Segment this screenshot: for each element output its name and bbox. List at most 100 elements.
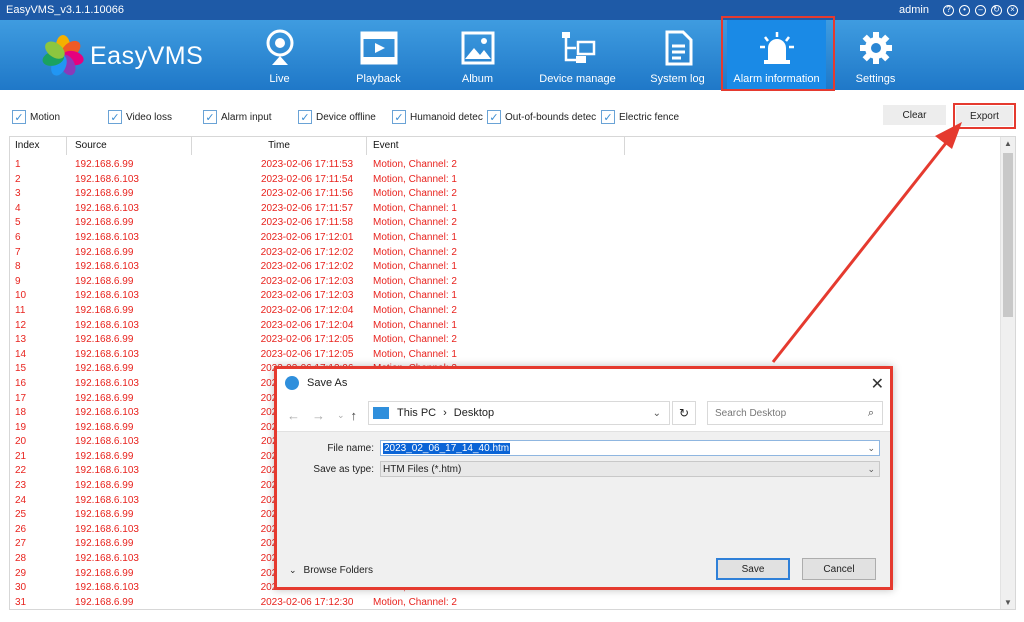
cell-index: 29 bbox=[15, 567, 27, 579]
checkbox-checked-icon: ✓ bbox=[487, 110, 501, 124]
forward-arrow-icon[interactable]: → bbox=[312, 408, 325, 423]
cell-source: 192.168.6.99 bbox=[75, 363, 134, 375]
filter-motion[interactable]: ✓ Motion bbox=[12, 110, 108, 124]
save-type-select[interactable]: HTM Files (*.htm) ⌄ bbox=[380, 461, 880, 477]
table-row[interactable]: 14 192.168.6.103 2023-02-06 17:12:05 Motion… bbox=[10, 348, 1000, 363]
nav-album[interactable]: Album bbox=[428, 20, 527, 90]
up-arrow-icon[interactable]: ↑ bbox=[351, 408, 358, 423]
filter-out-of-bounds[interactable]: ✓ Out-of-bounds detec bbox=[487, 110, 601, 124]
cell-index: 5 bbox=[15, 217, 21, 229]
table-row[interactable]: 2 192.168.6.103 2023-02-06 17:11:54 Motion,… bbox=[10, 173, 1000, 188]
cell-time: 2023-02-06 17:12:02 bbox=[260, 261, 354, 273]
clear-button[interactable]: Clear bbox=[883, 105, 946, 125]
filter-video-loss[interactable]: ✓ Video loss bbox=[108, 110, 203, 124]
cell-index: 8 bbox=[15, 261, 21, 273]
breadcrumb-this-pc[interactable]: This PC bbox=[397, 407, 436, 419]
table-row[interactable]: 5 192.168.6.99 2023-02-06 17:11:58 Motion, … bbox=[10, 216, 1000, 231]
cell-index: 2 bbox=[15, 173, 21, 185]
restore-icon[interactable]: ↻ bbox=[991, 4, 1002, 16]
table-row[interactable]: 13 192.168.6.99 2023-02-06 17:12:05 Motion,… bbox=[10, 333, 1000, 348]
chevron-down-icon[interactable]: ⌄ bbox=[653, 408, 661, 419]
cell-event: Motion, Channel: 1 bbox=[373, 261, 457, 273]
save-button[interactable]: Save bbox=[716, 558, 790, 580]
nav-device-manage[interactable]: Device manage bbox=[527, 20, 628, 90]
help-icon[interactable]: ? bbox=[943, 4, 954, 16]
filter-device-offline[interactable]: ✓ Device offline bbox=[298, 110, 392, 124]
table-row[interactable]: 10 192.168.6.103 2023-02-06 17:12:03 Motion… bbox=[10, 289, 1000, 304]
cell-source: 192.168.6.99 bbox=[75, 275, 134, 287]
cell-index: 28 bbox=[15, 553, 27, 565]
table-row[interactable]: 4 192.168.6.103 2023-02-06 17:11:57 Motion,… bbox=[10, 202, 1000, 217]
table-row[interactable]: 3 192.168.6.99 2023-02-06 17:11:56 Motion, … bbox=[10, 187, 1000, 202]
cell-index: 17 bbox=[15, 392, 27, 404]
nav-label: Playback bbox=[356, 73, 401, 85]
chevron-down-icon[interactable]: ⌄ bbox=[337, 410, 345, 421]
filter-electric-fence[interactable]: ✓ Electric fence bbox=[601, 110, 691, 124]
table-row[interactable]: 7 192.168.6.99 2023-02-06 17:12:02 Motion, … bbox=[10, 246, 1000, 261]
cell-index: 26 bbox=[15, 523, 27, 535]
cell-time: 2023-02-06 17:12:02 bbox=[260, 246, 354, 258]
filter-alarm-input[interactable]: ✓ Alarm input bbox=[203, 110, 298, 124]
scroll-thumb[interactable] bbox=[1003, 153, 1013, 317]
window-title: EasyVMS_v3.1.1.10066 bbox=[6, 4, 125, 16]
header-time[interactable]: Time bbox=[192, 137, 367, 155]
scroll-up-icon[interactable]: ▲ bbox=[1004, 139, 1012, 148]
cell-source: 192.168.6.103 bbox=[75, 465, 139, 477]
search-icon: ⌕ bbox=[867, 406, 874, 419]
nav-playback[interactable]: Playback bbox=[329, 20, 428, 90]
close-icon[interactable]: × bbox=[1007, 4, 1018, 16]
table-row[interactable]: 11 192.168.6.99 2023-02-06 17:12:04 Motion,… bbox=[10, 304, 1000, 319]
filter-label: Alarm input bbox=[221, 111, 272, 123]
table-row[interactable]: 8 192.168.6.103 2023-02-06 17:12:02 Motion,… bbox=[10, 260, 1000, 275]
refresh-button[interactable]: ↻ bbox=[672, 401, 696, 425]
table-row[interactable]: 31 192.168.6.99 2023-02-06 17:12:30 Motion,… bbox=[10, 596, 1000, 609]
table-row[interactable]: 6 192.168.6.103 2023-02-06 17:12:01 Motion,… bbox=[10, 231, 1000, 246]
header-index[interactable]: Index bbox=[10, 137, 67, 155]
cell-event: Motion, Channel: 2 bbox=[373, 275, 457, 287]
back-arrow-icon[interactable]: ← bbox=[287, 408, 300, 423]
search-input[interactable]: Search Desktop ⌕ bbox=[707, 401, 883, 425]
header-source[interactable]: Source bbox=[67, 137, 192, 155]
search-placeholder: Search Desktop bbox=[715, 407, 787, 419]
nav-settings[interactable]: Settings bbox=[826, 20, 925, 90]
title-bar: EasyVMS_v3.1.1.10066 admin ? • – ↻ × bbox=[0, 0, 1024, 20]
dialog-titlebar: Save As ✕ bbox=[277, 369, 890, 397]
user-icon[interactable]: • bbox=[959, 4, 970, 16]
nav-alarm-information[interactable]: Alarm information bbox=[727, 20, 826, 90]
file-name-label: File name: bbox=[327, 442, 374, 454]
cell-index: 15 bbox=[15, 363, 27, 375]
app-name: EasyVMS bbox=[90, 41, 204, 70]
cancel-button[interactable]: Cancel bbox=[802, 558, 876, 580]
current-user[interactable]: admin bbox=[899, 4, 929, 16]
cell-event: Motion, Channel: 1 bbox=[373, 173, 457, 185]
app-logo: EasyVMS bbox=[40, 35, 204, 79]
table-row[interactable]: 9 192.168.6.99 2023-02-06 17:12:03 Motion, … bbox=[10, 275, 1000, 290]
close-icon[interactable]: ✕ bbox=[871, 374, 884, 394]
cell-index: 7 bbox=[15, 246, 21, 258]
cloud-app-icon bbox=[285, 376, 299, 390]
vertical-scrollbar[interactable]: ▲ ▼ bbox=[1000, 137, 1015, 609]
cell-index: 20 bbox=[15, 436, 27, 448]
table-row[interactable]: 1 192.168.6.99 2023-02-06 17:11:53 Motion, … bbox=[10, 158, 1000, 173]
chevron-down-icon[interactable]: ⌄ bbox=[867, 464, 875, 475]
chevron-down-icon[interactable]: ⌄ bbox=[867, 443, 875, 454]
cell-index: 19 bbox=[15, 421, 27, 433]
minimize-icon[interactable]: – bbox=[975, 4, 986, 16]
breadcrumb-desktop[interactable]: Desktop bbox=[454, 407, 494, 419]
nav-live[interactable]: Live bbox=[230, 20, 329, 90]
file-name-input[interactable]: 2023_02_06_17_14_40.htm ⌄ bbox=[380, 440, 880, 456]
browse-folders-toggle[interactable]: ⌄ Browse Folders bbox=[289, 565, 373, 576]
filter-humanoid[interactable]: ✓ Humanoid detec bbox=[392, 110, 487, 124]
export-button[interactable]: Export bbox=[956, 106, 1013, 126]
cell-index: 18 bbox=[15, 407, 27, 419]
scroll-down-icon[interactable]: ▼ bbox=[1004, 598, 1012, 607]
header-event[interactable]: Event bbox=[367, 137, 625, 155]
nav-label: Settings bbox=[855, 73, 896, 85]
cell-event: Motion, Channel: 2 bbox=[373, 159, 457, 170]
address-bar[interactable]: This PC › Desktop ⌄ bbox=[368, 401, 670, 425]
cell-source: 192.168.6.99 bbox=[75, 450, 134, 462]
nav-system-log[interactable]: System log bbox=[628, 20, 727, 90]
table-row[interactable]: 12 192.168.6.103 2023-02-06 17:12:04 Motion… bbox=[10, 319, 1000, 334]
filter-label: Motion bbox=[30, 111, 61, 123]
cell-index: 6 bbox=[15, 231, 21, 243]
